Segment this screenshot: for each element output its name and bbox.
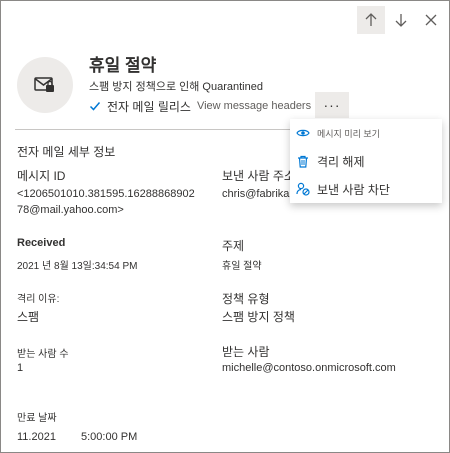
recipient-count-label: 받는 사람 수 [17,349,69,360]
expires-label: 만료 날짜 [17,413,57,424]
expires-time: 5:00:00 PM [81,431,138,443]
sender-address-value: chris@fabrikam [222,188,299,200]
menu-item-release[interactable]: 격리 해제 [290,149,442,173]
message-subtitle: 스팸 방지 정책으로 인해 Quarantined [89,81,263,93]
arrow-down-icon [395,14,407,27]
checkmark-icon[interactable] [89,100,101,112]
view-message-headers-link[interactable]: View message headers [197,100,311,112]
message-id-value: <1206501010.381595.1628886890278@mail.ya… [17,188,195,216]
block-person-icon [296,182,310,196]
menu-item-preview-message[interactable]: 메시지 미리 보기 [290,121,442,145]
previous-message-button[interactable] [357,6,385,34]
close-icon [425,14,437,26]
message-id-label: 메시지 ID [17,169,66,183]
release-email-row: 전자 메일 릴리스 View message headers [89,98,311,114]
recipient-count-value: 1 [17,362,24,374]
trash-icon [298,155,308,168]
received-value: 2021 년 8월 13일:34:54 PM [17,261,138,272]
recipient-label: 받는 사람 [222,345,270,359]
recipient-value: michelle@contoso.onmicrosoft.com [222,362,396,374]
expires-date: 11.2021 [17,431,56,443]
policy-type-label: 정책 유형 [222,292,270,306]
release-email-label[interactable]: 전자 메일 릴리스 [107,98,191,115]
eye-icon [296,129,310,137]
arrow-up-icon [365,13,377,26]
message-avatar [17,57,73,113]
section-title: 전자 메일 세부 정보 [17,145,116,159]
menu-item-block-sender[interactable]: 보낸 사람 차단 [290,177,442,201]
menu-item-label: 메시지 미리 보기 [317,128,380,139]
menu-item-label: 보낸 사람 차단 [317,182,390,197]
mail-lock-icon [34,77,54,92]
menu-item-label: 격리 해제 [317,154,365,169]
subject-label: 주제 [222,239,245,253]
message-details-panel: 휴일 절약 스팸 방지 정책으로 인해 Quarantined 전자 메일 릴리… [0,0,450,453]
sender-address-label: 보낸 사람 주소 [222,169,295,183]
quarantine-reason-label: 격리 이유: [17,294,60,305]
more-icon: ··· [323,97,341,113]
received-label: Received [17,237,66,249]
next-message-button[interactable] [387,6,415,34]
close-button[interactable] [417,6,445,34]
policy-type-value: 스팸 방지 정책 [222,310,295,324]
message-title: 휴일 절약 [89,56,157,75]
quarantine-reason-value: 스팸 [17,310,40,324]
subject-value: 휴일 절약 [222,261,262,272]
more-actions-button[interactable]: ··· [315,92,349,118]
more-actions-menu: 메시지 미리 보기 격리 해제 보낸 사람 차단 [290,119,442,203]
